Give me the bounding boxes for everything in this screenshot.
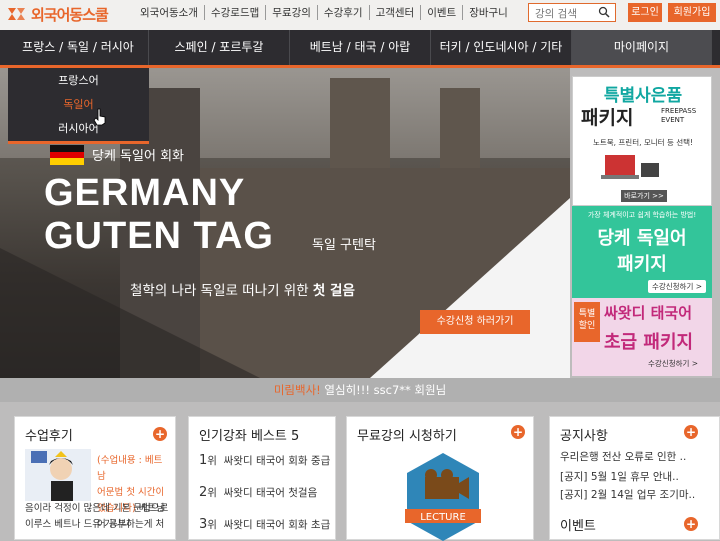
lecture-badge-text: LECTURE	[420, 512, 466, 523]
hero-title-line2: GUTEN TAG	[44, 215, 274, 257]
best-item[interactable]: 3위 싸왓디 태국어 회화 초급	[199, 517, 330, 532]
reviewer-avatar	[25, 449, 91, 501]
banner1-more-button[interactable]: 바로가기 >>	[621, 190, 667, 202]
banner2-title2: 패키지	[617, 254, 667, 275]
menu-item-french[interactable]: 프랑스어	[8, 72, 149, 88]
topnav-reviews[interactable]: 수강후기	[318, 5, 370, 20]
notice-item[interactable]: [공지] 5월 1일 휴무 안내..	[560, 469, 679, 484]
menu-item-russian[interactable]: 러시아어	[8, 120, 149, 136]
search-placeholder: 강의 검색	[535, 8, 577, 20]
nav-mypage[interactable]: 마이페이지	[572, 30, 712, 65]
german-package-banner[interactable]: 가장 체계적이고 쉽게 학습하는 방법! 당케 독일어 패키지 수강신청하기 >	[572, 206, 712, 298]
join-button[interactable]: 회원가입	[668, 3, 716, 22]
nav-spanish-portuguese[interactable]: 스페인 / 포르투갈	[149, 30, 290, 65]
site-logo[interactable]: 외국어동스쿨	[6, 3, 109, 25]
notice-strip: 미림백사! 열심히!!! ssc7** 회원님	[0, 378, 720, 402]
event-title: 이벤트	[560, 519, 596, 534]
review-snippet-cont: 음이라 걱정이 많은데 기본 문법으로 이루스 베트나 드유 기니니	[25, 503, 169, 530]
free-lecture-card: 무료강의 시청하기 + LECTURE	[346, 416, 534, 541]
enroll-button[interactable]: 수강신청 하러가기	[420, 310, 530, 334]
search-input[interactable]: 강의 검색	[528, 3, 616, 22]
special-discount-badge: 특별 할인	[574, 302, 600, 342]
hero-title-line1: GERMANY	[44, 172, 246, 214]
event-more-icon[interactable]: +	[684, 517, 698, 531]
free-lecture-more-icon[interactable]: +	[511, 425, 525, 439]
germany-flag-icon	[50, 145, 84, 165]
hero-tagline: 당케 독일어 회화	[92, 149, 184, 164]
review-card-title: 수업후기	[25, 429, 73, 444]
best-courses-card: 인기강좌 베스트 5 1위 싸왓디 태국어 회화 중급 2위 싸왓디 태국어 첫…	[188, 416, 336, 540]
top-nav: 외국어동소개 수강로드맵 무료강의 수강후기 고객센터 이벤트 장바구니	[134, 5, 514, 20]
nav-turkish-indonesian-etc[interactable]: 터키 / 인도네시아 / 기타	[431, 30, 572, 65]
nav-vietnam-thai-arabic[interactable]: 베트남 / 태국 / 아랍	[290, 30, 431, 65]
banner2-subtext: 가장 체계적이고 쉽게 학습하는 방법!	[587, 211, 697, 219]
best-item[interactable]: 2위 싸왓디 태국어 첫걸음	[199, 485, 317, 500]
hand-cursor-icon	[93, 108, 106, 126]
freepass-label: FREEPASS EVENT	[661, 107, 697, 124]
notice-card: 공지사항 + 우리은행 전산 오류로 인한 .. [공지] 5월 1일 휴무 안…	[549, 416, 720, 540]
menu-item-german[interactable]: 독일어	[8, 96, 149, 112]
best-item[interactable]: 1위 싸왓디 태국어 회화 중급	[199, 453, 330, 468]
banner1-items: 노트북, 프린터, 모니터 등 선택!	[592, 138, 694, 147]
topnav-cart[interactable]: 장바구니	[463, 5, 514, 20]
search-icon[interactable]	[598, 6, 610, 18]
banner1-package: 패키지	[581, 107, 634, 129]
logo-text: 외국어동스쿨	[31, 5, 109, 24]
hero-subtitle: 독일 구텐탁	[312, 238, 376, 253]
banner2-title: 당케 독일어	[597, 228, 687, 249]
review-card: 수업후기 + (수업내용 : 베트남 어문법 첫 시간이 었습니다) 베트남 어 공부…	[14, 416, 176, 540]
notice-more-icon[interactable]: +	[684, 425, 698, 439]
nav-french-german-russian[interactable]: 프랑스 / 독일 / 러시아	[8, 30, 149, 65]
nav-dropdown-menu: 프랑스어 독일어 러시아어	[8, 68, 149, 144]
topnav-support[interactable]: 고객센터	[370, 5, 422, 20]
main-nav: 프랑스 / 독일 / 러시아 스페인 / 포르투갈 베트남 / 태국 / 아랍 …	[0, 30, 720, 68]
notice-item[interactable]: [공지] 2월 14일 업무 조기마..	[560, 487, 695, 502]
topnav-about[interactable]: 외국어동소개	[134, 5, 205, 20]
banner2-enroll-button[interactable]: 수강신청하기 >	[648, 280, 706, 293]
best-courses-title: 인기강좌 베스트 5	[199, 429, 300, 444]
hero-description: 철학의 나라 독일로 떠나기 위한 첫 걸음	[130, 283, 355, 299]
gift-package-banner[interactable]: 특별사은품 패키지 FREEPASS EVENT 노트북, 프린터, 모니터 등 …	[572, 76, 712, 206]
topnav-events[interactable]: 이벤트	[421, 5, 464, 20]
free-lecture-title: 무료강의 시청하기	[357, 429, 457, 444]
topnav-free-lecture[interactable]: 무료강의	[266, 5, 318, 20]
thai-package-banner[interactable]: 특별 할인 싸왓디 태국어 초급 패키지 수강신청하기 >	[572, 298, 712, 376]
lecture-badge-icon[interactable]: LECTURE	[403, 453, 483, 541]
review-more-icon[interactable]: +	[153, 427, 167, 441]
laptop-icon	[601, 155, 659, 179]
login-button[interactable]: 로그인	[628, 3, 662, 22]
topnav-roadmap[interactable]: 수강로드맵	[205, 5, 267, 20]
notice-item[interactable]: 우리은행 전산 오류로 인한 ..	[560, 449, 686, 464]
logo-icon	[8, 8, 25, 20]
banner3-title2: 초급 패키지	[604, 332, 694, 353]
banner3-enroll-button[interactable]: 수강신청하기 >	[648, 358, 698, 369]
banner3-title: 싸왓디 태국어	[604, 304, 693, 322]
notice-title: 공지사항	[560, 429, 608, 444]
